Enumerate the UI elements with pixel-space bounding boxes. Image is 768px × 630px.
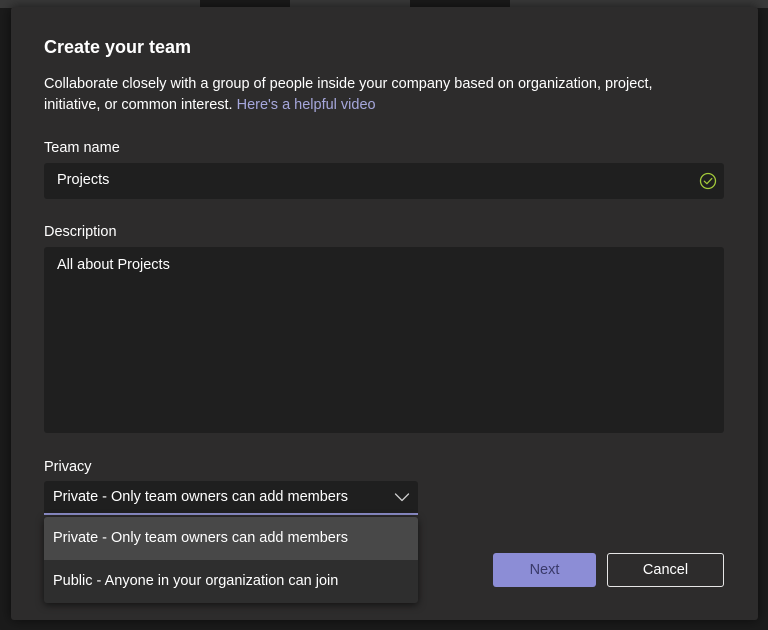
description-value: All about Projects bbox=[57, 257, 170, 273]
privacy-selected-value: Private - Only team owners can add membe… bbox=[53, 489, 348, 505]
cancel-button[interactable]: Cancel bbox=[607, 553, 724, 587]
privacy-option-private[interactable]: Private - Only team owners can add membe… bbox=[44, 517, 418, 560]
helpful-video-link[interactable]: Here's a helpful video bbox=[237, 97, 376, 113]
privacy-option-public[interactable]: Public - Anyone in your organization can… bbox=[44, 560, 418, 603]
team-name-value: Projects bbox=[57, 172, 110, 188]
dialog-subtitle: Collaborate closely with a group of peop… bbox=[44, 74, 704, 116]
next-button[interactable]: Next bbox=[493, 553, 596, 587]
dialog-title: Create your team bbox=[44, 37, 192, 57]
privacy-label: Privacy bbox=[44, 459, 92, 475]
description-label: Description bbox=[44, 224, 117, 240]
check-circle-icon bbox=[699, 172, 717, 190]
privacy-select[interactable]: Private - Only team owners can add membe… bbox=[44, 481, 418, 515]
description-textarea[interactable]: All about Projects bbox=[44, 247, 724, 433]
team-name-label: Team name bbox=[44, 140, 120, 156]
create-team-dialog: Create your team Collaborate closely wit… bbox=[11, 7, 758, 620]
chevron-down-icon bbox=[394, 493, 410, 502]
team-name-input[interactable]: Projects bbox=[44, 163, 724, 199]
privacy-dropdown-menu: Private - Only team owners can add membe… bbox=[44, 517, 418, 603]
